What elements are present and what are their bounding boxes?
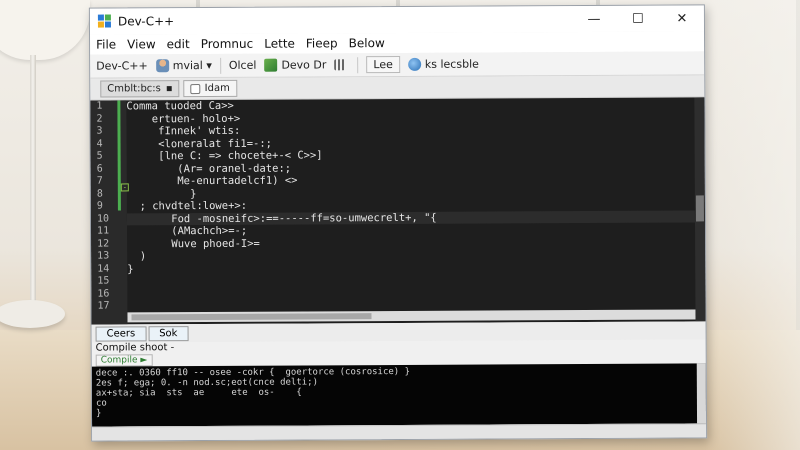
menu-edit[interactable]: edit	[167, 37, 190, 51]
menu-view[interactable]: View	[127, 37, 156, 51]
line-number-gutter: 1 2 3 4 5 6 7 8 9 10 11 12 13 14 15 16 1…	[90, 100, 129, 325]
bottom-panel-tabs: Ceers Sok	[91, 321, 706, 343]
file-icon	[190, 83, 201, 94]
line-number: 1	[96, 100, 103, 112]
toolbar-separator	[357, 56, 359, 73]
line-number: 11	[97, 225, 110, 237]
toolbar-olcel-button[interactable]: Olcel	[229, 59, 257, 72]
line-number: 5	[96, 150, 103, 162]
menu-fieep[interactable]: Fieep	[306, 36, 338, 50]
toolbar-lecsble-button[interactable]: ks lecsble	[407, 57, 479, 71]
lecsble-label: ks lecsble	[424, 57, 479, 71]
background-curtain	[705, 0, 800, 450]
tab-sok[interactable]: Sok	[148, 325, 189, 341]
grid-icon	[334, 59, 346, 71]
toolbar-project-label[interactable]: Dev-C++	[96, 59, 148, 72]
line-number: 10	[96, 213, 110, 225]
line-number: 12	[97, 238, 110, 250]
code-editor[interactable]: 1 2 3 4 5 6 7 8 9 10 11 12 13 14 15 16 1…	[90, 97, 706, 325]
line-number: 15	[97, 275, 110, 287]
app-logo-icon	[97, 14, 112, 28]
console-scrollbar[interactable]	[696, 363, 707, 424]
devo-label: Devo Dr	[281, 58, 327, 72]
tab-main-file-label: Cmblt:bc:s	[107, 83, 161, 95]
status-bar	[92, 423, 707, 441]
toolbar: Dev-C++ mvial ▾ Olcel Devo Dr Lee ks lec…	[90, 51, 705, 79]
modified-lines-indicator	[117, 100, 121, 211]
line-number: 13	[97, 250, 110, 262]
compile-run-icon	[264, 58, 278, 72]
tab-main-file[interactable]: Cmblt:bc:s ▪	[100, 80, 180, 98]
minimize-button[interactable]: —	[572, 6, 616, 32]
lamp-pole	[30, 55, 36, 305]
menu-promnuc[interactable]: Promnuc	[201, 37, 254, 51]
line-number: 17	[97, 300, 110, 312]
console-line: }	[95, 408, 102, 419]
line-number: 2	[96, 113, 103, 125]
line-number: 3	[96, 125, 103, 137]
editor-horizontal-scroll-thumb[interactable]	[131, 313, 372, 321]
globe-icon	[407, 57, 421, 71]
editor-vertical-scrollbar[interactable]	[694, 97, 706, 322]
tab-close-icon[interactable]: ▪	[166, 83, 173, 94]
toolbar-devo-button[interactable]: Devo Dr	[264, 58, 327, 72]
line-number: 16	[97, 288, 110, 300]
tab-idam[interactable]: Idam	[183, 79, 237, 98]
line-number: 6	[96, 163, 103, 175]
devcpp-window: Dev-C++ — ☐ ✕ File View edit Promnuc Let…	[88, 4, 708, 442]
menu-below[interactable]: Below	[349, 36, 385, 50]
menu-file[interactable]: File	[96, 37, 116, 51]
toolbar-separator	[219, 57, 221, 74]
line-number: 4	[96, 138, 103, 150]
maximize-button[interactable]: ☐	[616, 6, 660, 32]
compile-log-label: Compile shoot -	[95, 342, 175, 354]
compile-subtab[interactable]: Compile ►	[95, 354, 153, 367]
line-number: 9	[96, 200, 103, 212]
compiler-dropdown-label: mvial ▾	[172, 58, 212, 73]
menu-lette[interactable]: Lette	[264, 37, 295, 51]
compile-output-console[interactable]: dece :. 0360 ff10 -- osee -cokr { goerto…	[91, 363, 707, 427]
title-bar[interactable]: Dev-C++ — ☐ ✕	[89, 5, 705, 35]
window-title: Dev-C++	[117, 14, 175, 29]
editor-vertical-scroll-thumb[interactable]	[695, 195, 704, 222]
toolbar-grid-button[interactable]	[334, 59, 349, 71]
tab-idam-label: Idam	[204, 82, 230, 95]
toolbar-compiler-dropdown[interactable]: mvial ▾	[155, 58, 212, 73]
line-number: 14	[97, 263, 110, 275]
code-area[interactable]: Comma tuoded Ca>> ertuen- holo+> fInnek'…	[126, 97, 696, 324]
compiler-icon	[155, 59, 169, 73]
toolbar-lee-button[interactable]: Lee	[366, 55, 400, 74]
close-button[interactable]: ✕	[660, 5, 704, 31]
file-tabs-bar: Cmblt:bc:s ▪ Idam	[90, 75, 705, 101]
tab-ceers[interactable]: Ceers	[95, 325, 147, 342]
